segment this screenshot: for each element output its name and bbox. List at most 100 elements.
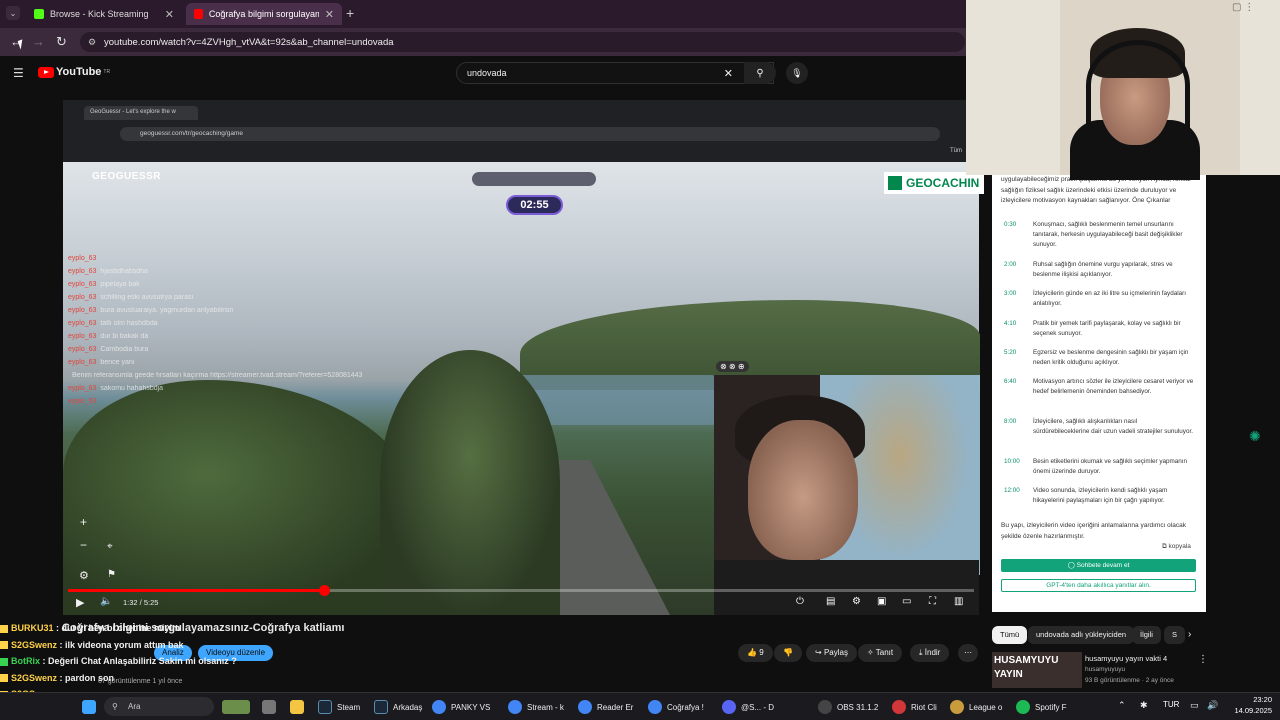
tab-label: Coğrafya bilgimi sorgulayamaz (208, 9, 319, 19)
fullscreen-icon[interactable]: ⛶ (929, 596, 936, 607)
thumbs-down-icon: 👎 (783, 648, 793, 657)
address-bar[interactable]: ⚙ youtube.com/watch?v=4ZVHgh_vtVA&t=92s&… (80, 32, 965, 52)
gpt4-upsell-button[interactable]: GPT-4'ten daha akıllıca yanıtlar alın. (1001, 579, 1196, 592)
continue-chat-button[interactable]: ◯ Sohbete devam et (1001, 559, 1196, 572)
stream-chat-line: Benim referansımla geede fırsatları kaçı… (68, 369, 428, 382)
stream-chat-message: Benim referansımla geede fırsatları kaçı… (72, 372, 363, 379)
subtitles-icon[interactable]: ▤ (826, 596, 835, 607)
search-button[interactable]: ⚲ (744, 62, 776, 84)
chip-all[interactable]: Tümü (992, 626, 1028, 644)
stream-chat-message: schilling eski avusutrya parasi (100, 294, 194, 301)
highlight-timestamp[interactable]: 5:20 (1001, 348, 1033, 368)
tab-search-icon[interactable]: ⌄ (6, 6, 20, 20)
logo-region: TR (103, 69, 111, 75)
widgets-button[interactable] (222, 697, 250, 717)
tab-close-icon[interactable]: ✕ (325, 8, 334, 21)
stream-chat-line: eyplo_63 Cambodia bura (68, 343, 428, 356)
highlight-timestamp[interactable]: 8:00 (1001, 417, 1033, 437)
chip-more[interactable]: S (1164, 626, 1186, 644)
stream-chat-message: hjasbdhabsdha (100, 268, 148, 275)
volume-tray-icon[interactable]: 🔊 (1207, 700, 1218, 711)
taskbar-app[interactable]: Coğrafya ! (648, 697, 704, 717)
share-button[interactable]: ↪ Paylaş (806, 644, 857, 662)
copy-button[interactable]: ⧉ kopyala (1162, 543, 1191, 551)
recommendation-title[interactable]: husamyuyu yayın vakti 4 (1085, 654, 1167, 663)
highlight-timestamp[interactable]: 0:30 (1001, 220, 1033, 250)
clear-search-icon[interactable]: ✕ (724, 67, 733, 80)
geoguessr-logo: GEOGUESSR (92, 171, 161, 182)
kick-chat-line: S2GSwenz : ilk videona yorum attım bak (0, 637, 420, 654)
taskbar-search[interactable]: ⚲ Ara (104, 697, 214, 716)
bluetooth-icon[interactable]: ✱ (1140, 700, 1148, 711)
autoplay-toggle-icon[interactable]: ⏻ (796, 596, 804, 607)
chat-badge-icon (0, 641, 8, 650)
miniplayer-icon[interactable]: ▣ (877, 596, 886, 607)
taskbar-app[interactable]: Reader Er (578, 697, 633, 717)
progress-played (68, 589, 325, 592)
copy-icon: ⧉ (1162, 543, 1167, 550)
stream-chat-user: eyplo_63 (68, 281, 97, 288)
menu-icon[interactable]: ☰ (13, 66, 24, 80)
highlight-timestamp[interactable]: 2:00 (1001, 260, 1033, 280)
play-icon[interactable]: ▶ (76, 596, 84, 609)
network-icon[interactable]: ▭ (1190, 700, 1199, 711)
reload-icon[interactable]: ↻ (56, 34, 67, 50)
kick-chat-user: BotRix (11, 656, 40, 666)
highlight-timestamp[interactable]: 4:10 (1001, 319, 1033, 339)
start-button[interactable] (82, 697, 96, 717)
highlight-timestamp[interactable]: 6:40 (1001, 377, 1033, 397)
taskbar-label: @S... - D (741, 702, 775, 712)
tab-youtube[interactable]: Coğrafya bilgimi sorgulayamaz ✕ (186, 3, 342, 25)
promote-button[interactable]: ✧ Tanıt (858, 644, 903, 662)
theater-mode-icon[interactable]: ▭ (902, 596, 911, 607)
more-icon: ⋯ (964, 648, 972, 657)
settings-icon[interactable]: ⚙ (852, 596, 861, 607)
taskbar-steam-friends[interactable]: Arkadaş (374, 697, 422, 717)
chevron-right-icon[interactable]: › (1188, 629, 1191, 640)
file-explorer-button[interactable] (290, 697, 304, 717)
recommendation-menu-icon[interactable]: ⋮ (1198, 654, 1208, 665)
like-button[interactable]: 👍 9 (738, 644, 773, 662)
tab-close-icon[interactable]: ✕ (165, 8, 174, 21)
summary-highlight-item: 10:00 Besin etiketlerini okumak ve sağlık… (1001, 457, 1201, 477)
download-button[interactable]: ⤓ İndir (910, 644, 950, 662)
system-clock[interactable]: 23:20 14.09.2025 (1226, 694, 1272, 716)
chip-related[interactable]: İlgili (1132, 626, 1161, 644)
taskbar-steam[interactable]: Steam (318, 697, 360, 717)
recommendation-channel[interactable]: husamyuyuyu (1085, 666, 1125, 673)
taskbar-app[interactable]: @S... - D (722, 697, 774, 717)
url-text: youtube.com/watch?v=4ZVHgh_vtVA&t=92s&ab… (104, 36, 394, 48)
taskbar-app[interactable]: Stream - k (508, 697, 564, 717)
task-view-button[interactable] (262, 697, 276, 717)
stream-chat-line: eyplo_63 sakomu hahahsbdja (68, 382, 428, 395)
new-tab-icon[interactable]: + (346, 5, 354, 21)
taskbar-app[interactable]: League o (950, 697, 1002, 717)
youtube-logo[interactable]: YouTube TR (38, 66, 110, 78)
highlight-timestamp[interactable]: 12:00 (1001, 486, 1033, 506)
input-language[interactable]: TUR (1163, 700, 1179, 709)
taskbar-app[interactable]: Riot Cli (892, 697, 937, 717)
taskbar-app[interactable]: PANKY VS (432, 697, 490, 717)
search-input[interactable]: undovada ✕ (456, 62, 774, 84)
highlight-timestamp[interactable]: 3:00 (1001, 289, 1033, 309)
continue-chat-label: Sohbete devam et (1076, 562, 1130, 569)
forward-arrow-icon[interactable]: → (32, 34, 45, 49)
more-actions-button[interactable]: ⋯ (958, 644, 978, 662)
promote-icon: ✧ (867, 648, 874, 657)
dislike-button[interactable]: 👎 (774, 644, 802, 662)
chatgpt-extension-icon[interactable]: ✺ (1249, 428, 1261, 445)
tab-kick[interactable]: Browse - Kick Streaming ✕ (26, 3, 182, 25)
stream-chat-message: sakomu hahahsbdja (100, 385, 164, 392)
volume-icon[interactable]: 🔈 (100, 596, 112, 607)
tray-chevron-icon[interactable]: ⌃ (1118, 700, 1126, 711)
highlight-timestamp[interactable]: 10:00 (1001, 457, 1033, 477)
voice-search-button[interactable]: 🎙 (786, 62, 808, 84)
kick-chat-line: BURKU31 : dur yi ben bi chet ine miyim (0, 620, 420, 637)
cast-icon[interactable]: ▥ (954, 596, 963, 607)
taskbar-app[interactable]: OBS 31.1.2 (818, 697, 878, 717)
chip-from-uploader[interactable]: undovada adlı yükleyiciden (1028, 626, 1135, 644)
taskbar-app[interactable]: Spotify F (1016, 697, 1067, 717)
stream-chat-message: Cambodia bura (100, 346, 149, 353)
site-info-icon[interactable]: ⚙ (88, 37, 96, 48)
clock-date: 14.09.2025 (1234, 706, 1272, 715)
